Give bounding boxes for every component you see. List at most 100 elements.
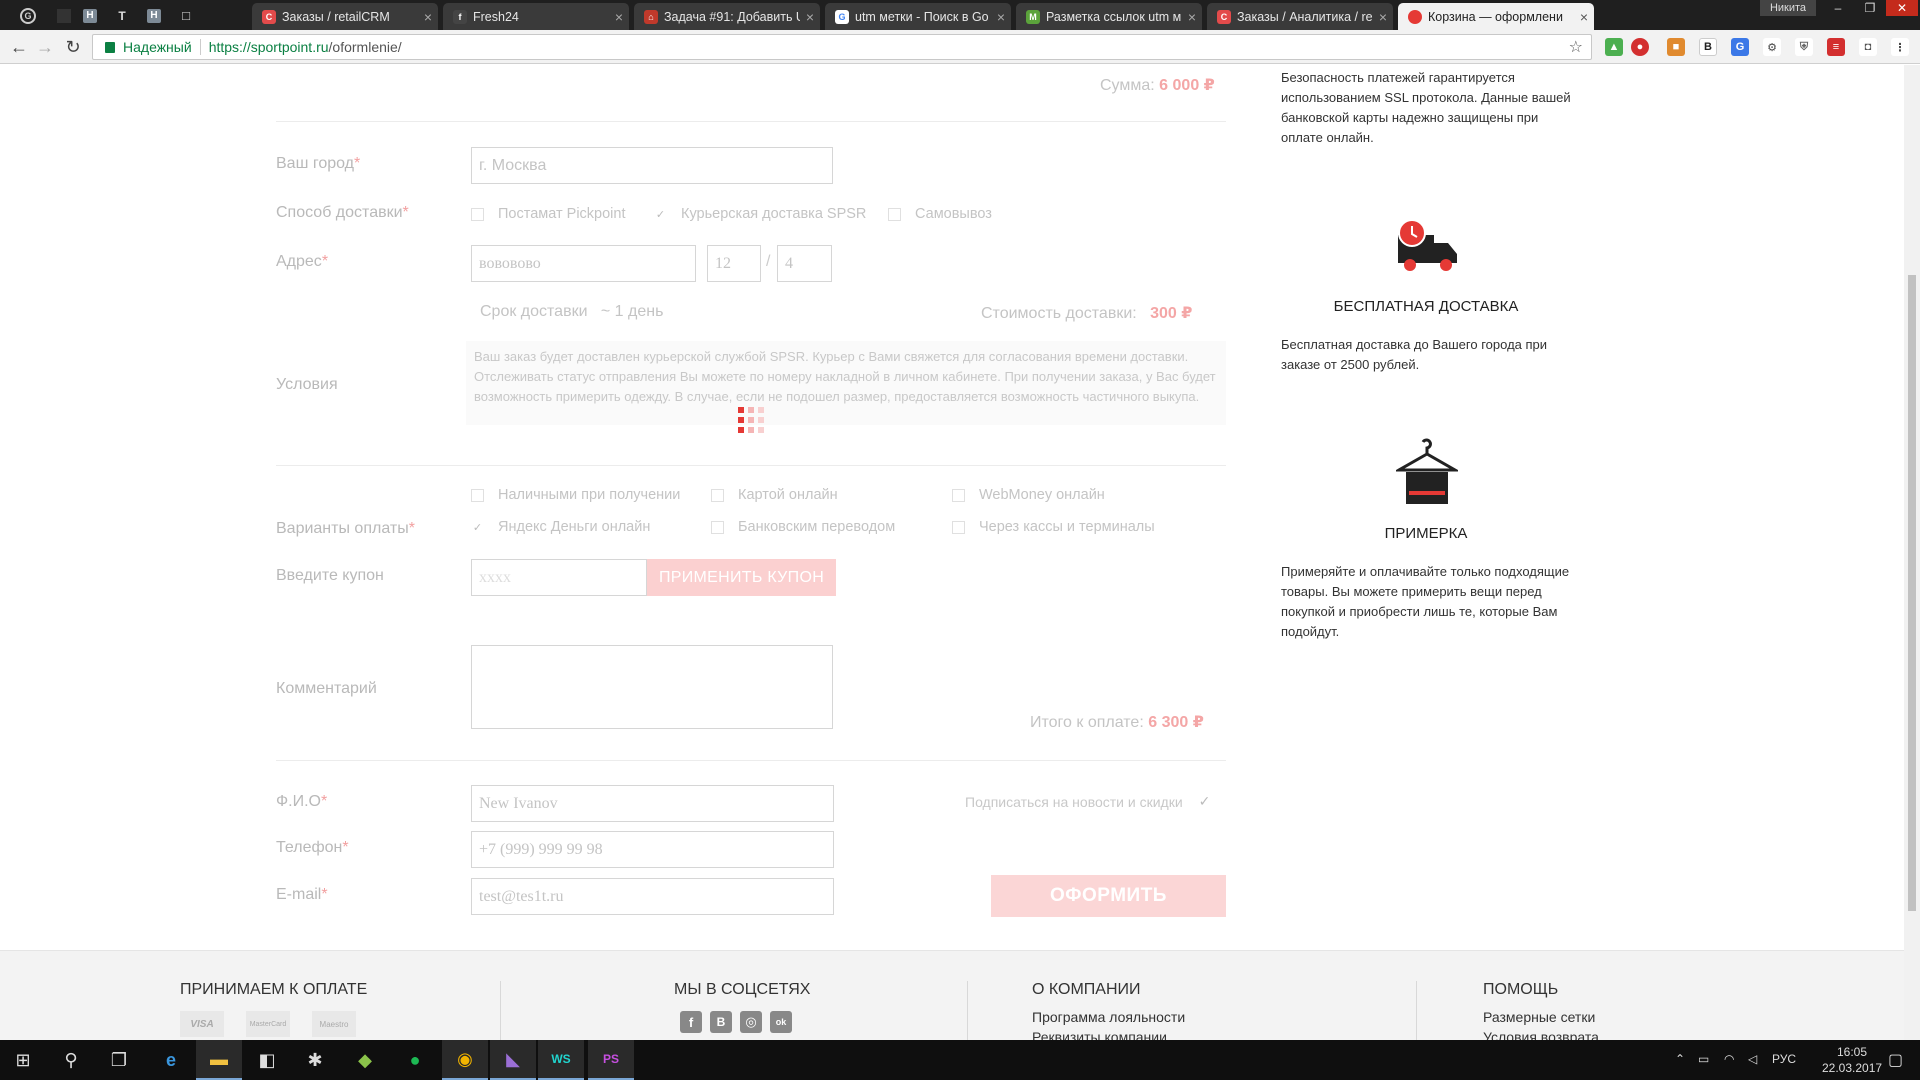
star-icon[interactable]: ☆ [1569,37,1583,57]
clock[interactable]: 16:05 22.03.2017 [1822,1044,1882,1076]
delivery-option-courier[interactable]: ✓ Курьерская доставка SPSR [654,206,867,222]
payment-option-card[interactable]: Картой онлайн [711,487,838,503]
restore-icon[interactable]: ❐ [1854,0,1886,16]
payment-option-bank[interactable]: Банковским переводом [711,519,895,535]
reload-icon[interactable]: ↻ [62,36,84,58]
address-flat-input[interactable]: 4 [777,245,832,282]
checkmark-icon[interactable]: ✓ [654,208,667,221]
payment-option-cash[interactable]: Наличными при получении [471,487,680,503]
spotify-icon[interactable]: ● [392,1040,438,1080]
checkbox[interactable] [471,207,484,221]
payment-option-webmoney[interactable]: WebMoney онлайн [952,487,1105,503]
vk-icon[interactable]: B [710,1011,732,1033]
email-input[interactable]: test@tes1t.ru [471,878,834,915]
notes-icon[interactable]: ≡ [1827,38,1845,56]
task-view-icon[interactable]: ❐ [96,1040,142,1080]
adblock-icon[interactable]: ● [1631,38,1649,56]
search-icon[interactable]: ⚲ [48,1040,94,1080]
close-icon[interactable]: × [615,9,623,25]
camera-icon[interactable]: ◘ [1859,38,1877,56]
store-icon[interactable]: ◧ [244,1040,290,1080]
pinned-tab-5[interactable]: H [136,3,172,28]
pinned-tab-6[interactable]: □ [168,3,204,28]
footer-link-returns[interactable]: Условия возврата [1483,1029,1599,1040]
translate-icon[interactable]: G [1731,38,1749,56]
coupon-input[interactable]: xxxx [471,559,647,596]
checkbox[interactable] [711,520,724,534]
checkmark-icon[interactable]: ✓ [1199,793,1211,810]
webstorm-icon[interactable]: WS [538,1040,584,1080]
tab-retailcrm[interactable]: C Заказы / retailCRM × [252,3,438,30]
pinned-tab-google[interactable]: G [10,3,46,28]
tab-analytics[interactable]: C Заказы / Аналитика / re × [1207,3,1393,30]
submit-order-button[interactable]: ОФОРМИТЬ [991,875,1226,917]
menu-icon[interactable]: ⋮ [1891,38,1909,56]
address-street-input[interactable]: вововово [471,245,696,282]
language-indicator[interactable]: РУС [1772,1052,1796,1066]
checkbox[interactable] [711,488,724,502]
tray-arrow-icon[interactable]: ⌃ [1675,1052,1685,1066]
payment-option-terminals[interactable]: Через кассы и терминалы [952,519,1155,535]
close-icon[interactable]: × [1188,9,1196,25]
checkbox[interactable] [471,488,484,502]
shield-icon[interactable]: ⛨ [1795,38,1813,56]
close-icon[interactable]: × [424,9,432,25]
pinned-tab-3[interactable]: H [72,3,108,28]
footer-link-size-charts[interactable]: Размерные сетки [1483,1009,1595,1025]
phone-input[interactable]: +7 (999) 999 99 98 [471,831,834,868]
delivery-option-pickup[interactable]: Самовывоз [888,206,992,222]
apply-coupon-button[interactable]: ПРИМЕНИТЬ КУПОН [647,559,836,596]
checkbox[interactable] [952,520,965,534]
cost-label: Стоимость доставки: [981,305,1137,322]
volume-icon[interactable]: ◁ [1748,1052,1757,1066]
tab-google-search[interactable]: G utm метки - Поиск в Go × [825,3,1011,30]
gitkraken-icon[interactable]: ◆ [342,1040,388,1080]
gear-icon[interactable]: ⚙ [1763,38,1781,56]
close-icon[interactable]: × [806,9,814,25]
tab-fresh24[interactable]: f Fresh24 × [443,3,629,30]
back-icon[interactable]: ← [8,36,30,58]
close-icon[interactable]: × [1580,9,1588,25]
battery-icon[interactable]: ▭ [1698,1052,1709,1066]
phpstorm-icon[interactable]: PS [588,1040,634,1080]
visual-studio-icon[interactable]: ◣ [490,1040,536,1080]
chrome-icon[interactable]: ◉ [442,1040,488,1080]
slack-icon[interactable]: ✱ [292,1040,338,1080]
bold-b-icon[interactable]: B [1699,38,1717,56]
close-icon[interactable]: × [1379,9,1387,25]
tab-utm-markup[interactable]: M Разметка ссылок utm м × [1016,3,1202,30]
checkmark-icon[interactable]: ✓ [471,521,484,534]
tab-cart-checkout[interactable]: Корзина — оформлени × [1398,3,1594,30]
wifi-icon[interactable]: ◠ [1724,1052,1734,1066]
checkbox[interactable] [952,488,965,502]
payment-option-yandex[interactable]: ✓ Яндекс Деньги онлайн [471,519,650,535]
forward-icon[interactable]: → [34,36,56,58]
delivery-option-pickpoint[interactable]: Постамат Pickpoint [471,206,626,222]
windows-icon[interactable]: ⊞ [0,1040,46,1080]
minimize-icon[interactable]: – [1822,0,1854,16]
scrollbar-thumb[interactable] [1908,275,1916,911]
footer-link-loyalty[interactable]: Программа лояльности [1032,1009,1185,1025]
tab-task-91[interactable]: ⌂ Задача #91: Добавить U × [634,3,820,30]
page-scrollbar[interactable] [1904,65,1920,1040]
extension-icon[interactable]: ■ [1667,38,1685,56]
comment-textarea[interactable] [471,645,833,729]
odnoklassniki-icon[interactable]: ok [770,1011,792,1033]
pinned-tab-4[interactable]: T [104,3,140,28]
explorer-icon[interactable]: ▬ [196,1040,242,1080]
subscribe-checkbox[interactable]: Подписаться на новости и скидки ✓ [965,793,1210,810]
edge-icon[interactable]: e [148,1040,194,1080]
address-house-input[interactable]: 12 [707,245,761,282]
extension-icon[interactable]: ▲ [1605,38,1623,56]
checkbox[interactable] [888,207,901,221]
notifications-icon[interactable]: ▢ [1888,1050,1903,1070]
profile-badge[interactable]: Никита [1760,0,1816,16]
address-bar[interactable]: Надежный https://sportpoint.ru /oformlen… [92,34,1592,60]
instagram-icon[interactable]: ◎ [740,1011,762,1033]
close-icon[interactable]: × [997,9,1005,25]
city-input[interactable]: г. Москва [471,147,833,184]
close-window-icon[interactable]: ✕ [1886,0,1918,16]
name-input[interactable]: New Ivanov [471,785,834,822]
facebook-icon[interactable]: f [680,1011,702,1033]
footer-link-requisites[interactable]: Реквизиты компании [1032,1029,1167,1040]
